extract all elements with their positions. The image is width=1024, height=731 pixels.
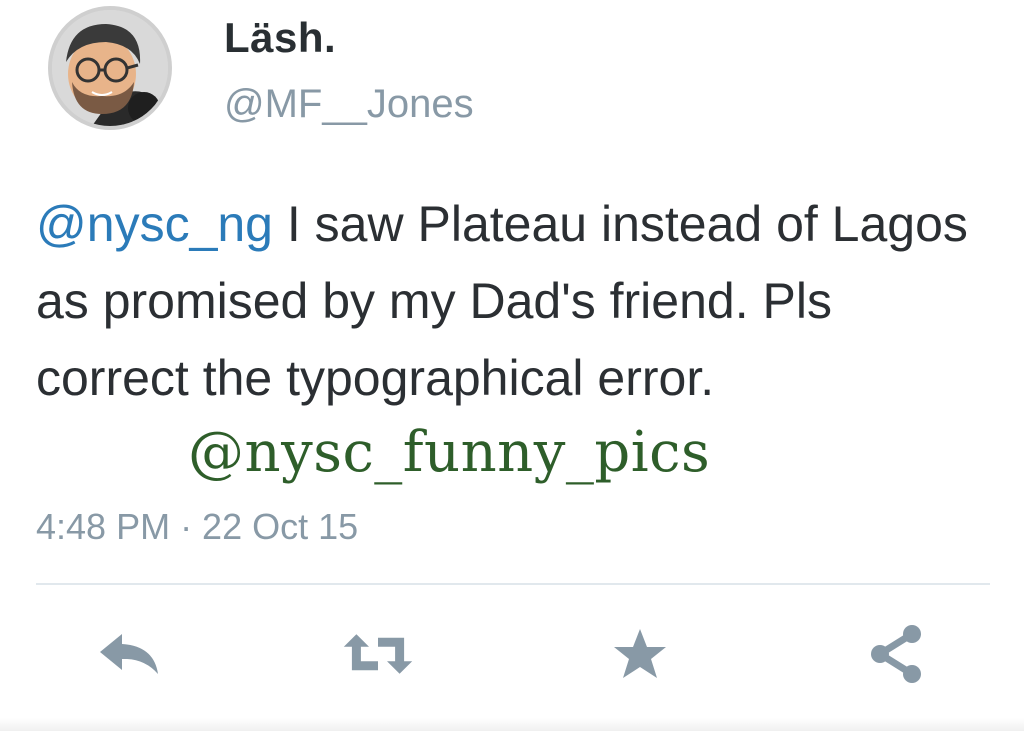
share-icon	[871, 625, 921, 683]
avatar-illustration	[52, 10, 168, 126]
tweet-timestamp[interactable]: 4:48 PM · 22 Oct 15	[36, 506, 358, 548]
retweet-icon	[343, 634, 413, 674]
avatar[interactable]	[48, 6, 172, 130]
bottom-edge	[0, 718, 1024, 731]
reply-button[interactable]	[94, 622, 166, 686]
reply-icon	[100, 634, 158, 674]
favorite-star-icon	[614, 629, 666, 678]
watermark: @nysc_funny_pics	[188, 420, 711, 485]
user-handle[interactable]: @MF__Jones	[224, 82, 474, 127]
divider	[36, 583, 990, 585]
retweet-button[interactable]	[342, 622, 414, 686]
tweet-text: @nysc_ng I saw Plateau instead of Lagos …	[36, 186, 996, 417]
display-name[interactable]: Läsh.	[224, 14, 336, 62]
share-button[interactable]	[860, 622, 932, 686]
favorite-button[interactable]	[604, 622, 676, 686]
mention-link[interactable]: @nysc_ng	[36, 196, 273, 252]
